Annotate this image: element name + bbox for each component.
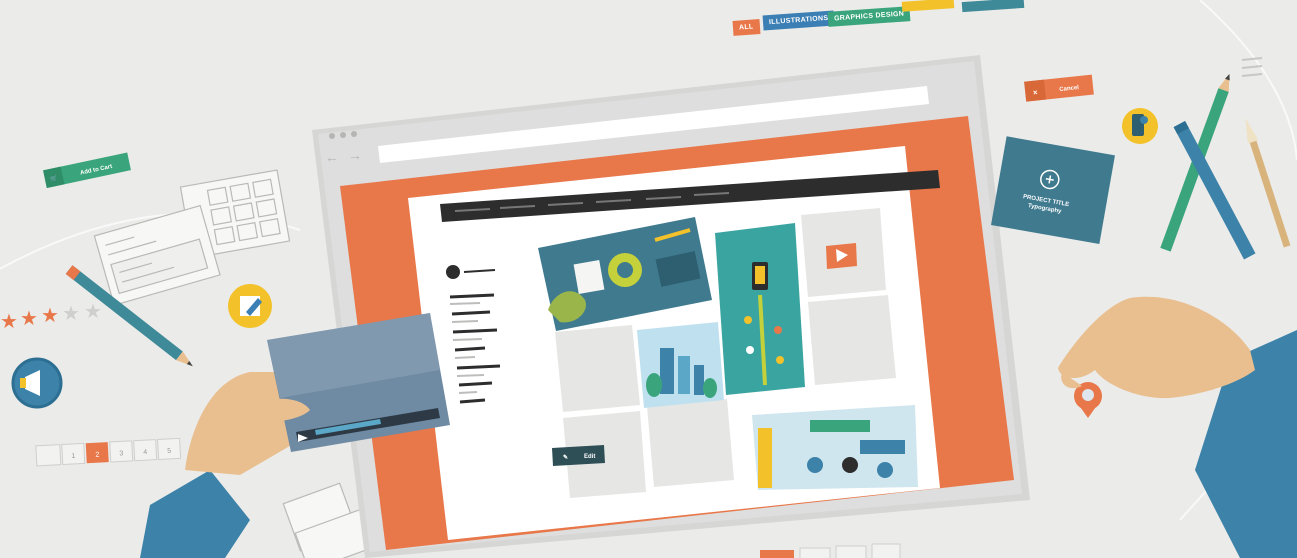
mobile-badge[interactable] <box>1122 108 1158 144</box>
close-icon: ✕ <box>1033 89 1039 96</box>
star-4[interactable]: ★ <box>62 303 80 325</box>
svg-text:5: 5 <box>167 448 171 455</box>
star-3[interactable]: ★ <box>41 305 59 327</box>
filter-tag-teal[interactable] <box>961 0 1025 13</box>
cancel-button[interactable]: ✕ Cancel <box>1024 74 1094 102</box>
monitor: ← → ✎ Edit <box>312 55 1030 558</box>
right-hand-pin <box>1058 296 1297 558</box>
edit-badge[interactable] <box>228 284 272 328</box>
star-rating[interactable]: ★ ★ ★ ★ ★ <box>0 301 102 333</box>
svg-text:1: 1 <box>71 453 75 460</box>
star-5[interactable]: ★ <box>84 301 102 323</box>
forward-arrow-icon[interactable]: → <box>348 147 362 163</box>
wireframe-sketch <box>93 169 291 306</box>
image-tile-mobile[interactable] <box>715 223 805 395</box>
star-1[interactable]: ★ <box>0 311 18 333</box>
bottom-buttons <box>760 543 901 558</box>
image-tile-tools[interactable] <box>752 405 918 490</box>
avatar <box>446 265 460 279</box>
pencils-right <box>1160 73 1291 260</box>
image-tile-city[interactable] <box>637 322 724 408</box>
edit-icon: ✎ <box>563 454 568 461</box>
illustration-scene: ALL ILLUSTRATIONS GRAPHICS DESIGN 🛒 Add … <box>0 0 1297 558</box>
svg-text:3: 3 <box>119 450 123 457</box>
project-card[interactable]: PROJECT TITLE Typography <box>991 136 1115 245</box>
svg-text:2: 2 <box>95 452 99 459</box>
star-2[interactable]: ★ <box>20 308 38 330</box>
filter-tag-yellow[interactable] <box>901 0 955 12</box>
megaphone-badge[interactable] <box>11 357 63 409</box>
bottom-tag-3[interactable] <box>871 543 901 558</box>
add-to-cart-button[interactable]: 🛒 Add to Cart <box>43 152 131 188</box>
edit-button-label: Edit <box>584 454 595 460</box>
back-arrow-icon[interactable]: ← <box>325 149 339 165</box>
video-tile[interactable] <box>826 243 857 269</box>
scene-graphics: 🛒 Add to Cart ★ ★ ★ ★ ★ 1 2 3 4 5 ← → ✎ … <box>0 0 1297 558</box>
bottom-tag-2[interactable] <box>835 545 867 558</box>
list-icon <box>1241 57 1263 77</box>
bottom-tag-1[interactable] <box>799 547 831 558</box>
bottom-tag-orange[interactable] <box>760 550 794 558</box>
svg-text:4: 4 <box>143 449 147 456</box>
edit-button[interactable]: ✎ Edit <box>552 445 605 466</box>
pagination: 1 2 3 4 5 <box>35 437 182 467</box>
left-sleeve <box>140 470 250 558</box>
